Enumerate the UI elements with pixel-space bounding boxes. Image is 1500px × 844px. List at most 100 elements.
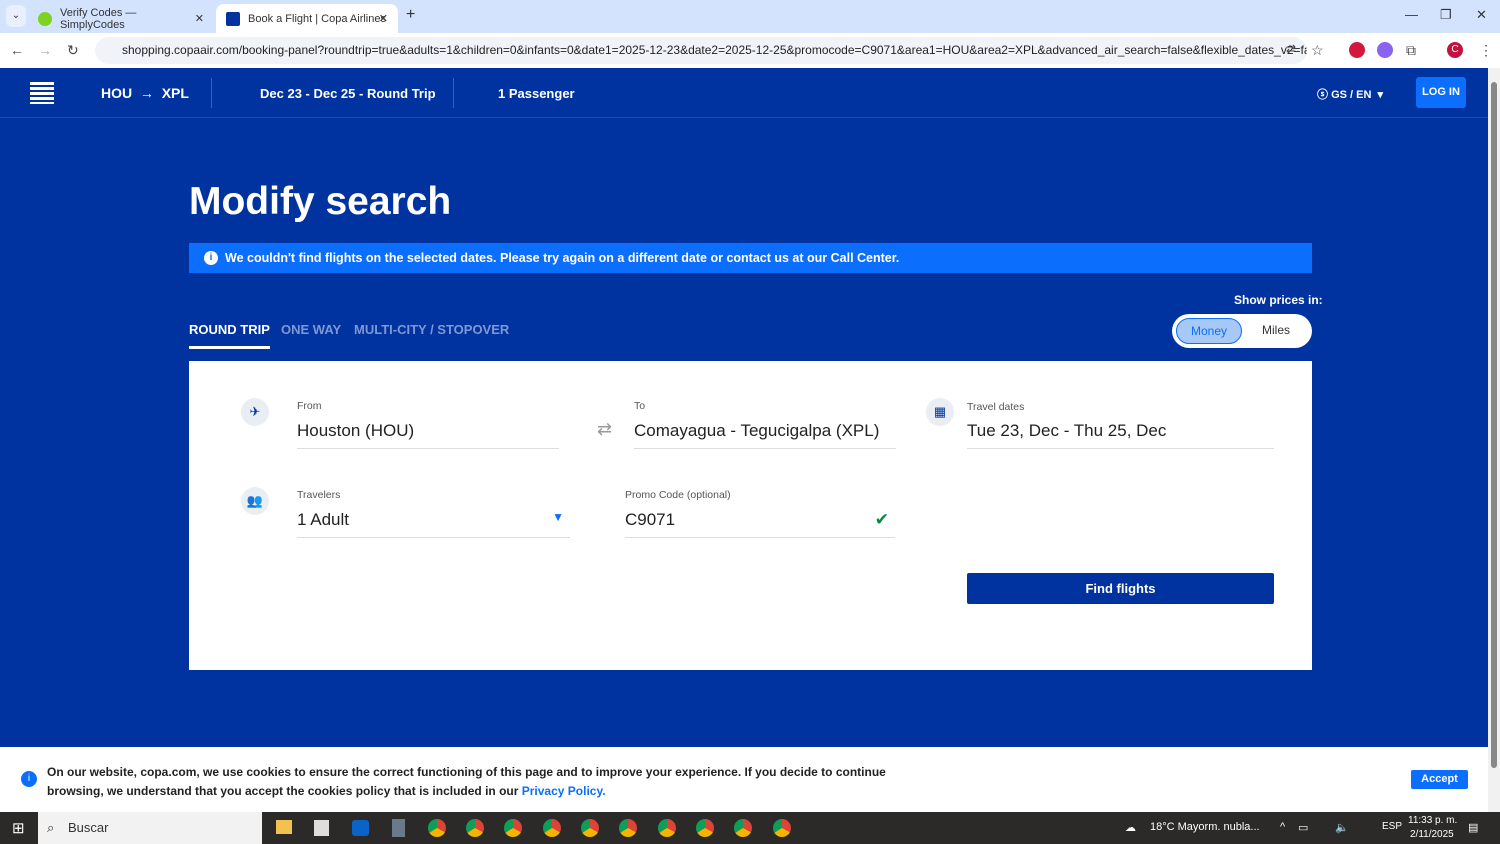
chrome-icon[interactable]: [581, 819, 599, 837]
arrow-right-icon: →: [136, 85, 158, 101]
network-icon[interactable]: ▭: [1298, 821, 1308, 834]
extensions-puzzle-icon[interactable]: ⧉: [1406, 42, 1416, 59]
tab-copa[interactable]: Book a Flight | Copa Airlines ✕: [216, 4, 398, 33]
menu-icon[interactable]: ⋮: [1479, 42, 1493, 59]
swap-icon[interactable]: ⇄: [597, 419, 612, 440]
tab-simplycodes[interactable]: Verify Codes — SimplyCodes ✕: [28, 4, 214, 33]
copa-icon: [226, 11, 240, 26]
accept-button[interactable]: Accept: [1411, 770, 1468, 789]
route-summary: HOU → XPL: [101, 85, 189, 101]
close-window-button[interactable]: ✕: [1476, 7, 1487, 23]
miles-option[interactable]: Miles: [1262, 323, 1290, 337]
destination-code: XPL: [161, 85, 189, 101]
promo-label: Promo Code (optional): [625, 489, 731, 501]
weather-text[interactable]: 18°C Mayorm. nubla...: [1150, 821, 1260, 833]
address-bar-row: ← → ↻ shopping.copaair.com/booking-panel…: [0, 33, 1500, 68]
to-input[interactable]: Comayagua - Tegucigalpa (XPL): [634, 421, 896, 449]
from-label: From: [297, 400, 322, 412]
scrollbar-thumb[interactable]: [1491, 82, 1497, 768]
chrome-icon[interactable]: [696, 819, 714, 837]
find-flights-button[interactable]: Find flights: [967, 573, 1274, 604]
close-tab-icon[interactable]: ✕: [195, 12, 204, 25]
chrome-icon[interactable]: [773, 819, 791, 837]
windows-start-icon[interactable]: ⊞: [12, 819, 25, 837]
simplycodes-icon: [38, 11, 52, 26]
from-input[interactable]: Houston (HOU): [297, 421, 559, 449]
taskbar: ⊞ ⌕ Buscar ☁ 18°C Mayorm. nubla... ^ ▭ 🔈 …: [0, 812, 1500, 844]
page-title: Modify search: [189, 180, 452, 223]
login-button[interactable]: LOG IN: [1416, 77, 1466, 108]
scrollbar[interactable]: [1488, 68, 1500, 812]
tab-multi-city[interactable]: MULTI-CITY / STOPOVER: [354, 322, 509, 337]
cookie-text: On our website, copa.com, we use cookies…: [47, 763, 897, 801]
promo-input[interactable]: C9071 ✔: [625, 510, 895, 538]
language-indicator[interactable]: ESP: [1382, 821, 1402, 832]
divider: [211, 78, 212, 108]
dates-input[interactable]: Tue 23, Dec - Thu 25, Dec: [967, 421, 1274, 449]
plane-takeoff-icon: ✈: [241, 398, 269, 426]
outlook-icon[interactable]: [352, 820, 369, 836]
store-icon[interactable]: [314, 820, 329, 836]
tab-one-way[interactable]: ONE WAY: [281, 322, 341, 337]
alert-text: We couldn't find flights on the selected…: [225, 251, 900, 265]
calendar-icon: ▦: [926, 398, 954, 426]
reload-icon[interactable]: ↻: [67, 42, 79, 59]
show-prices-label: Show prices in:: [1234, 293, 1323, 307]
back-icon[interactable]: ←: [10, 42, 24, 58]
chrome-icon[interactable]: [428, 819, 446, 837]
profile-avatar[interactable]: C: [1447, 42, 1463, 58]
site-header: HOU → XPL Dec 23 - Dec 25 - Round Trip 1…: [0, 68, 1488, 118]
url-input[interactable]: shopping.copaair.com/booking-panel?round…: [95, 37, 1307, 64]
chrome-icon[interactable]: [504, 819, 522, 837]
weather-icon: ☁: [1125, 822, 1136, 834]
privacy-policy-link[interactable]: Privacy Policy.: [522, 784, 606, 798]
minimize-button[interactable]: —: [1405, 7, 1418, 22]
travelers-icon: 👥: [241, 487, 269, 515]
translate-icon[interactable]: ⇄: [1286, 42, 1296, 56]
clock-time[interactable]: 11:33 p. m.: [1408, 815, 1457, 826]
promo-value: C9071: [625, 510, 676, 529]
dates-label: Travel dates: [967, 401, 1025, 413]
info-icon: i: [21, 771, 37, 787]
tab-title: Verify Codes — SimplyCodes: [59, 6, 137, 31]
chevron-down-icon: ▾: [1374, 89, 1384, 101]
price-toggle: Money Miles: [1172, 314, 1312, 348]
chevron-down-icon: ▼: [552, 510, 564, 524]
check-icon: ✔: [874, 510, 889, 529]
file-explorer-icon[interactable]: [276, 820, 292, 834]
close-tab-icon[interactable]: ✕: [379, 12, 388, 25]
travelers-select[interactable]: 1 Adult ▼: [297, 510, 570, 538]
error-alert: i We couldn't find flights on the selecte…: [189, 243, 1312, 273]
search-form: ✈ From Houston (HOU) ⇄ To Comayagua - Te…: [189, 361, 1312, 670]
chrome-icon[interactable]: [466, 819, 484, 837]
taskbar-search[interactable]: ⌕ Buscar: [38, 812, 262, 844]
money-option[interactable]: Money: [1176, 318, 1242, 344]
restore-button[interactable]: ❐: [1440, 7, 1452, 23]
tray-chevron-icon[interactable]: ^: [1280, 821, 1285, 833]
search-icon: ⌕: [47, 820, 55, 835]
calculator-icon[interactable]: [392, 819, 405, 837]
forward-icon[interactable]: →: [38, 42, 52, 58]
lang-label: GS / EN: [1331, 89, 1372, 101]
chrome-icon[interactable]: [619, 819, 637, 837]
notifications-icon[interactable]: ▤: [1468, 821, 1478, 834]
copa-logo[interactable]: [30, 82, 54, 104]
chrome-icon[interactable]: [543, 819, 561, 837]
search-text: Buscar: [68, 820, 109, 835]
volume-icon[interactable]: 🔈: [1335, 821, 1349, 834]
chrome-icon[interactable]: [734, 819, 752, 837]
language-selector[interactable]: ⓢ GS / EN ▾: [1317, 86, 1383, 102]
info-icon: i: [204, 251, 218, 265]
to-label: To: [634, 400, 646, 412]
tab-search-button[interactable]: ⌄: [6, 5, 26, 27]
extension-icon[interactable]: [1377, 42, 1393, 58]
tab-bar: ⌄ Verify Codes — SimplyCodes ✕ Book a Fli…: [0, 0, 1500, 33]
origin-code: HOU: [101, 85, 133, 101]
chrome-icon[interactable]: [658, 819, 676, 837]
new-tab-button[interactable]: +: [406, 6, 415, 24]
tab-round-trip[interactable]: ROUND TRIP: [189, 322, 270, 349]
extension-icon[interactable]: [1349, 42, 1365, 58]
tab-title: Book a Flight | Copa Airlines: [248, 12, 386, 25]
bookmark-star-icon[interactable]: ☆: [1311, 42, 1324, 59]
clock-date[interactable]: 2/11/2025: [1410, 829, 1454, 840]
